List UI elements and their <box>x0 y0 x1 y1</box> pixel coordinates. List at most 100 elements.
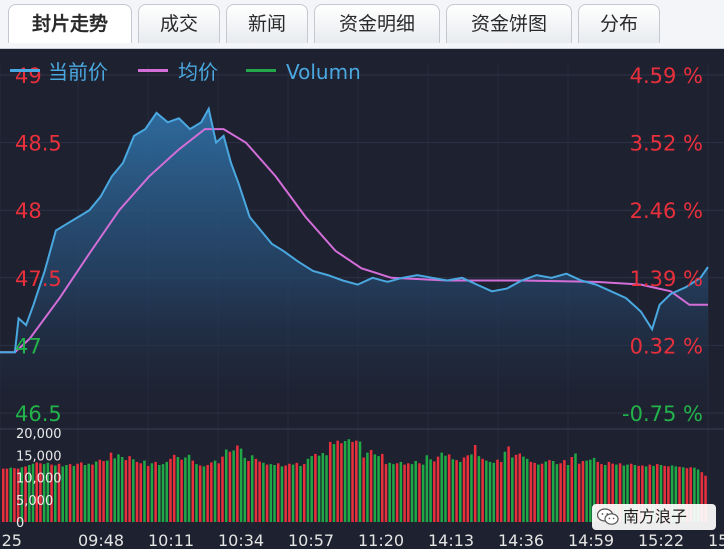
volume-bar <box>395 463 399 522</box>
volume-bar <box>106 460 109 522</box>
price-tick-label: 48 <box>15 199 42 223</box>
tab-trend[interactable]: 封片走势 <box>8 4 132 43</box>
volume-bar <box>540 463 544 522</box>
tab-news[interactable]: 新闻 <box>226 4 308 43</box>
tab-trades[interactable]: 成交 <box>138 4 220 43</box>
time-tick-label: 10:11 <box>148 531 194 549</box>
time-tick-label: 14:13 <box>428 531 474 549</box>
volume-bar <box>366 452 369 522</box>
tab-distribution[interactable]: 分布 <box>578 4 660 43</box>
time-tick-label: 14:36 <box>498 531 544 549</box>
legend-label-volume: Volumn <box>286 60 361 84</box>
volume-bar <box>544 461 548 522</box>
volume-tick-label: 0 <box>16 516 24 531</box>
volume-bar <box>455 460 458 522</box>
volume-bar <box>221 456 224 522</box>
volume-bar <box>451 459 455 522</box>
volume-bar <box>265 464 269 522</box>
volume-bar <box>481 458 484 522</box>
time-tick-label: 15:22 <box>638 531 684 549</box>
percent-tick-label: 0.32 % <box>630 334 703 358</box>
volume-bar <box>492 462 495 522</box>
watermark: 南方浪子 <box>592 504 716 530</box>
volume-bar <box>65 465 68 522</box>
volume-bar <box>154 461 157 522</box>
time-axis: 9:25 09:48 10:11 10:34 10:57 11:20 14:13 14:36 1… <box>0 531 724 549</box>
tab-fund-detail[interactable]: 资金明细 <box>314 4 440 43</box>
volume-tick-label: 15,000 <box>16 449 62 464</box>
time-tick-label: 9:25 <box>0 531 22 549</box>
volume-bar <box>269 464 273 522</box>
volume-bar <box>377 456 380 522</box>
volume-bar <box>533 462 536 522</box>
price-area-fill <box>0 108 708 414</box>
volume-bar <box>109 452 113 522</box>
volume-bar <box>276 463 280 522</box>
volume-bar <box>459 461 462 522</box>
volume-bar <box>466 455 469 523</box>
volume-bar <box>577 463 581 522</box>
volume-bar <box>317 455 321 522</box>
volume-bar <box>146 465 150 522</box>
percent-tick-label: 4.59 % <box>630 64 703 88</box>
time-tick-label: 10:57 <box>288 531 334 549</box>
volume-bar <box>94 461 98 522</box>
volume-bar <box>381 453 384 522</box>
percent-tick-label: 1.39 % <box>630 267 703 291</box>
volume-bar <box>306 458 310 522</box>
volume-bar <box>470 454 473 522</box>
legend-swatch-price <box>10 69 40 72</box>
volume-bar <box>2 468 5 522</box>
volume-bar <box>414 461 417 522</box>
volume-bar <box>184 457 187 522</box>
volume-bar <box>158 465 161 522</box>
volume-bar <box>433 461 436 522</box>
volume-bar <box>507 446 510 522</box>
volume-bar <box>462 457 466 522</box>
legend-swatch-volume <box>246 69 276 72</box>
volume-bar <box>555 464 559 522</box>
volume-bar <box>206 465 209 522</box>
volume-bar <box>61 466 64 522</box>
volume-bar <box>180 459 183 522</box>
volume-bar <box>72 465 76 522</box>
volume-bar <box>80 462 83 522</box>
volume-bar <box>132 459 135 522</box>
legend-swatch-average <box>138 69 168 72</box>
volume-bar <box>217 463 221 522</box>
volume-bar <box>213 460 217 522</box>
volume-bar <box>314 453 317 522</box>
volume-bar <box>444 455 447 522</box>
volume-bar <box>551 461 555 522</box>
volume-bar <box>388 462 391 522</box>
tab-fund-pie[interactable]: 资金饼图 <box>446 4 572 43</box>
intraday-chart[interactable]: 49 48.5 48 47.5 47 46.5 4.59 % 3.52 % 2.46 % 1.3… <box>0 48 724 549</box>
volume-bar <box>488 461 492 522</box>
volume-bar <box>332 444 336 522</box>
volume-bar <box>336 440 339 522</box>
percent-tick-label: -0.75 % <box>622 402 703 426</box>
volume-bar <box>262 462 265 522</box>
volume-bar <box>228 451 232 522</box>
volume-bar <box>399 461 403 522</box>
volume-bar <box>373 454 377 522</box>
volume-bar <box>117 454 120 522</box>
volume-bar <box>128 456 131 522</box>
volume-bar <box>566 465 570 522</box>
volume-bar <box>485 460 488 522</box>
volume-bar <box>355 440 358 522</box>
volume-bar <box>98 459 102 522</box>
volume-bar <box>529 461 533 522</box>
volume-bar <box>425 455 429 523</box>
volume-bar <box>522 456 525 522</box>
price-tick-label: 48.5 <box>15 132 62 156</box>
percent-tick-label: 3.52 % <box>630 132 703 156</box>
volume-bar <box>440 452 443 522</box>
volume-bar <box>295 462 299 522</box>
price-tick-label: 46.5 <box>15 402 62 426</box>
volume-bar <box>143 460 146 522</box>
volume-bar <box>87 463 90 522</box>
volume-bar <box>210 462 213 522</box>
legend-label-average: 均价 <box>178 60 218 84</box>
volume-bar <box>239 448 243 522</box>
